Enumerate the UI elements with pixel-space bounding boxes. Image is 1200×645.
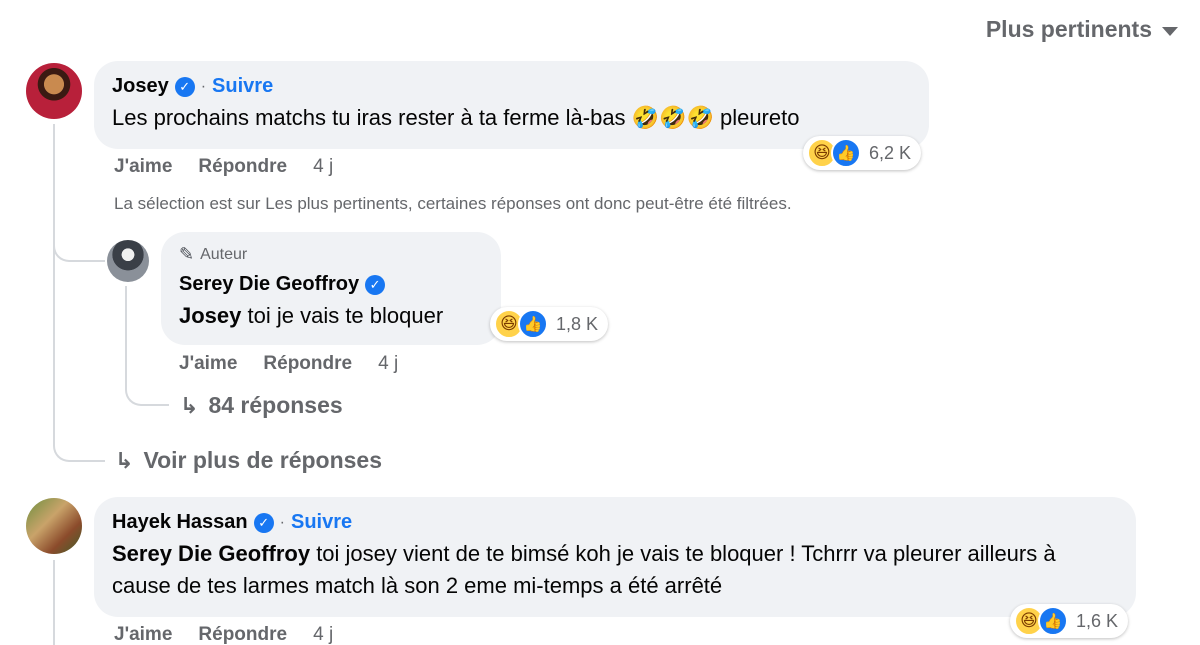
view-more-replies-label: Voir plus de réponses <box>143 447 383 473</box>
mention-link[interactable]: Serey Die Geoffroy <box>112 541 310 566</box>
comment-header: Hayek Hassan ✓ · Suivre <box>112 511 1118 534</box>
pen-icon: ✎ <box>179 244 195 264</box>
separator: · <box>279 513 285 531</box>
reaction-count: 1,8 K <box>556 313 599 334</box>
like-button[interactable]: J'aime <box>114 624 172 645</box>
author-name[interactable]: Serey Die Geoffroy <box>179 273 359 296</box>
author-name[interactable]: Hayek Hassan <box>112 511 248 534</box>
reply-button[interactable]: Répondre <box>198 156 287 178</box>
reply-button[interactable]: Répondre <box>263 353 352 375</box>
reaction-count: 1,6 K <box>1076 610 1119 631</box>
author-name[interactable]: Josey <box>112 75 169 98</box>
reply-text-body: toi je vais te bloquer <box>241 303 444 328</box>
thread-connector <box>53 430 105 462</box>
comment-text: Les prochains matchs tu iras rester à ta… <box>112 105 800 130</box>
timestamp[interactable]: 4 j <box>313 624 333 645</box>
reply-arrow-icon: ↳ <box>115 447 134 473</box>
sort-label: Plus pertinents <box>985 16 1152 42</box>
filter-note: La sélection est sur Les plus pertinents… <box>114 194 792 213</box>
like-button[interactable]: J'aime <box>114 156 172 178</box>
comment-actions: J'aime Répondre 4 j <box>114 156 333 178</box>
avatar[interactable] <box>26 63 82 119</box>
sort-dropdown[interactable]: Plus pertinents <box>986 16 1178 43</box>
avatar[interactable] <box>26 498 82 554</box>
verified-badge-icon: ✓ <box>253 512 274 533</box>
view-replies-label: 84 réponses <box>208 392 343 418</box>
like-icon: 👍 <box>518 309 548 339</box>
caret-down-icon <box>1162 26 1178 36</box>
like-icon: 👍 <box>831 138 861 168</box>
reaction-summary[interactable]: 😆 👍 1,8 K <box>490 307 609 341</box>
mention-link[interactable]: Josey <box>179 303 241 328</box>
reply-bubble: ✎ Auteur Serey Die Geoffroy ✓ Josey toi … <box>161 232 501 345</box>
like-button[interactable]: J'aime <box>179 353 237 375</box>
follow-button[interactable]: Suivre <box>291 511 352 534</box>
verified-badge-icon: ✓ <box>365 274 386 295</box>
timestamp[interactable]: 4 j <box>378 353 398 375</box>
thread-connector <box>125 376 169 406</box>
reply-header: Serey Die Geoffroy ✓ <box>179 273 483 296</box>
thread-line <box>53 560 55 645</box>
reply-actions: J'aime Répondre 4 j <box>179 353 398 375</box>
like-icon: 👍 <box>1038 606 1068 636</box>
reaction-count: 6,2 K <box>869 142 912 163</box>
comment-text: Serey Die Geoffroy toi josey vient de te… <box>112 538 1118 602</box>
reply-button[interactable]: Répondre <box>198 624 287 645</box>
reaction-summary[interactable]: 😆 👍 6,2 K <box>803 136 922 170</box>
separator: · <box>200 77 207 95</box>
comment-header: Josey ✓ · Suivre <box>112 75 911 98</box>
thread-line <box>125 286 127 386</box>
thread-connector <box>53 236 105 262</box>
author-badge: ✎ Auteur <box>179 244 483 265</box>
comment-bubble: Josey ✓ · Suivre Les prochains matchs tu… <box>94 61 929 149</box>
reply-arrow-icon: ↳ <box>180 392 199 418</box>
comment-actions: J'aime Répondre 4 j <box>114 624 333 645</box>
author-badge-label: Auteur <box>200 245 248 263</box>
avatar[interactable] <box>107 240 149 282</box>
thread-line <box>53 124 55 444</box>
view-replies-button[interactable]: ↳ 84 réponses <box>180 392 343 419</box>
reaction-summary[interactable]: 😆 👍 1,6 K <box>1010 604 1129 638</box>
timestamp[interactable]: 4 j <box>313 156 333 178</box>
comment-bubble: Hayek Hassan ✓ · Suivre Serey Die Geoffr… <box>94 497 1136 617</box>
reply-text: Josey toi je vais te bloquer <box>179 300 483 332</box>
verified-badge-icon: ✓ <box>174 76 195 97</box>
follow-button[interactable]: Suivre <box>212 75 273 98</box>
view-more-replies-button[interactable]: ↳ Voir plus de réponses <box>115 447 382 474</box>
